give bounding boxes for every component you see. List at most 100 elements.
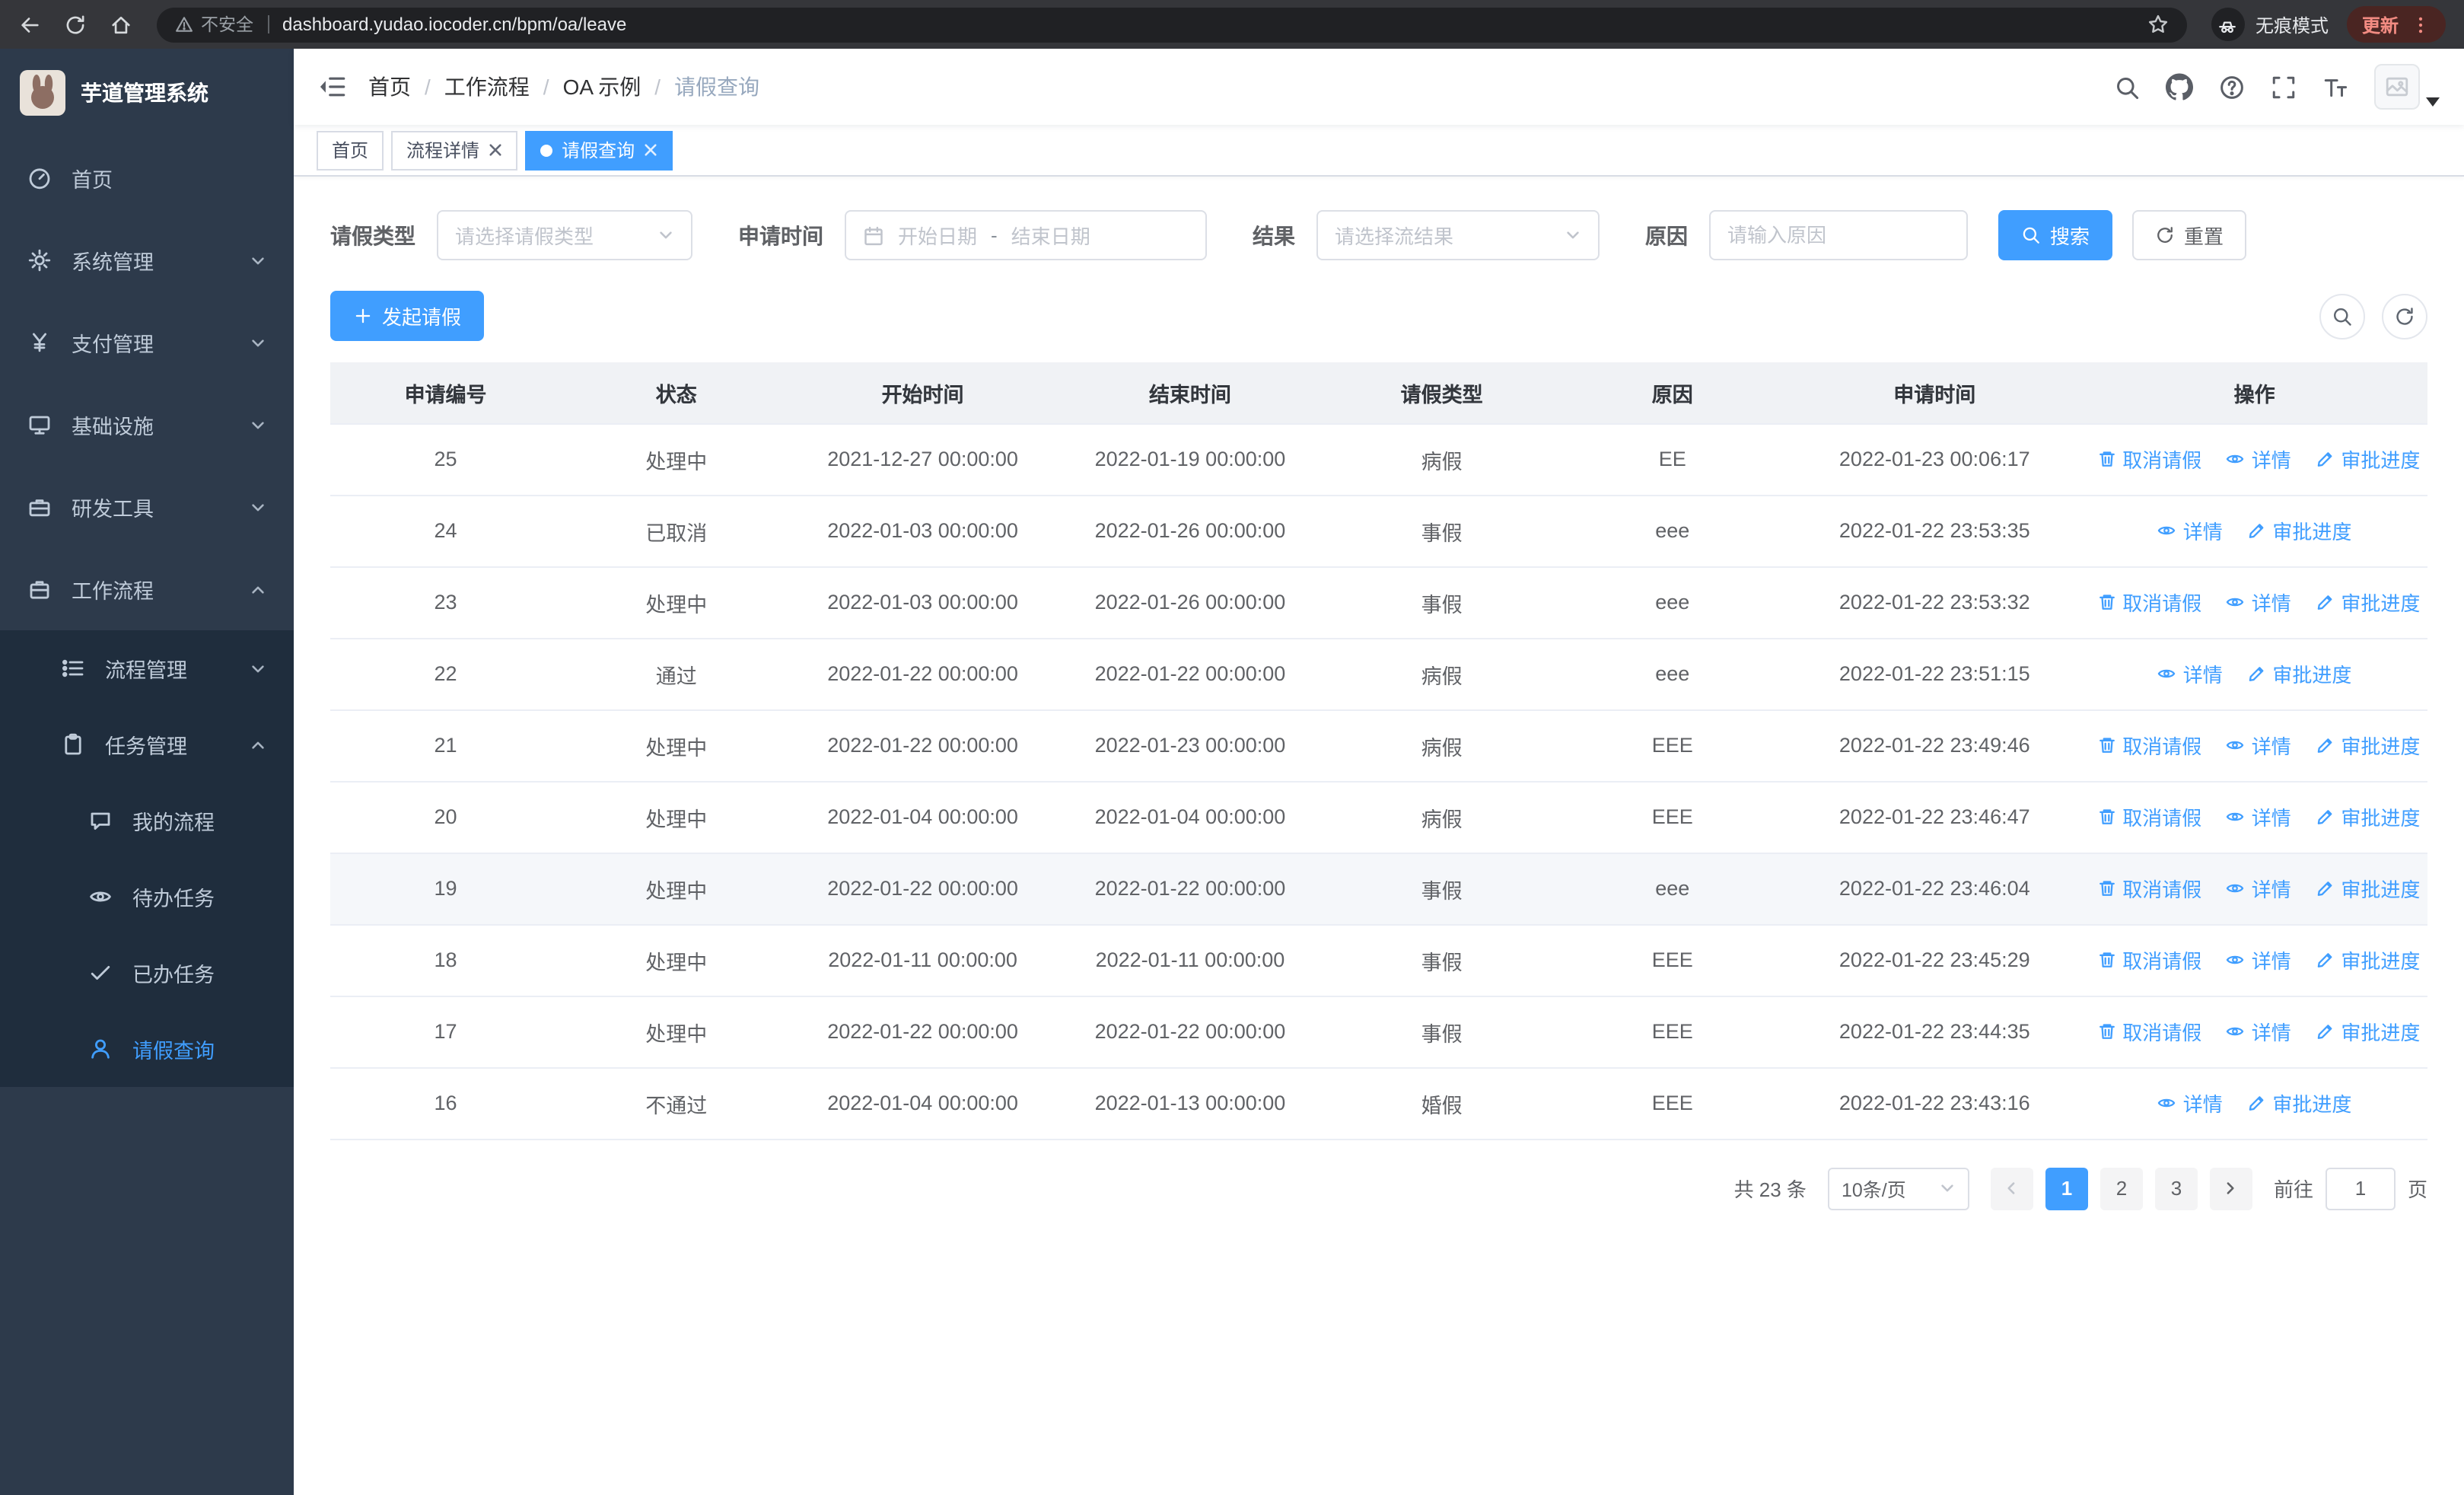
bookmark-star-icon[interactable] — [2147, 14, 2169, 35]
col-status: 状态 — [561, 362, 792, 424]
cancel-leave-link[interactable]: 取消请假 — [2096, 802, 2201, 831]
sidebar-item-todo-tasks[interactable]: 待办任务 — [0, 859, 294, 935]
sidebar-item-infrastructure[interactable]: 基础设施 — [0, 384, 294, 466]
breadcrumb-oa-example[interactable]: OA 示例 — [563, 72, 641, 102]
detail-link[interactable]: 详情 — [2157, 516, 2223, 545]
gear-icon — [28, 249, 51, 272]
page-button-3[interactable]: 3 — [2154, 1167, 2198, 1210]
detail-link[interactable]: 详情 — [2226, 588, 2291, 617]
close-tab-icon[interactable] — [644, 143, 657, 157]
breadcrumb-workflow[interactable]: 工作流程 — [444, 72, 530, 102]
page-jump-input[interactable] — [2325, 1167, 2396, 1210]
apply-time-range-picker[interactable]: 开始日期 - 结束日期 — [845, 210, 1207, 260]
chevron-up-icon — [252, 585, 264, 593]
sidebar-item-process-management[interactable]: 流程管理 — [0, 630, 294, 706]
result-select[interactable]: 请选择流结果 — [1316, 210, 1600, 260]
page-size-select[interactable]: 10条/页 — [1827, 1167, 1969, 1210]
cell-leave-type: 事假 — [1326, 924, 1558, 996]
detail-link[interactable]: 详情 — [2226, 731, 2291, 760]
reason-input[interactable] — [1727, 224, 1950, 247]
cancel-leave-link[interactable]: 取消请假 — [2096, 731, 2201, 760]
browser-update-button[interactable]: 更新 — [2346, 6, 2446, 43]
refresh-table-button[interactable] — [2382, 293, 2427, 339]
sidebar-item-system-management[interactable]: 系统管理 — [0, 219, 294, 301]
detail-link[interactable]: 详情 — [2226, 445, 2291, 473]
approval-progress-link[interactable]: 审批进度 — [2315, 1017, 2420, 1046]
approval-progress-link[interactable]: 审批进度 — [2315, 945, 2420, 974]
detail-link[interactable]: 详情 — [2226, 874, 2291, 903]
user-menu[interactable] — [2374, 64, 2440, 110]
app-logo[interactable]: 芋道管理系统 — [0, 49, 294, 137]
approval-progress-link[interactable]: 审批进度 — [2315, 874, 2420, 903]
detail-link[interactable]: 详情 — [2157, 1089, 2223, 1117]
leave-row: 21 处理中 2022-01-22 00:00:00 2022-01-23 00… — [330, 709, 2427, 782]
cell-apply-id: 25 — [330, 423, 562, 496]
sidebar-item-home[interactable]: 首页 — [0, 137, 294, 219]
cell-reason: eee — [1557, 638, 1788, 710]
tab-leave-query[interactable]: 请假查询 — [525, 130, 673, 170]
cancel-leave-link[interactable]: 取消请假 — [2096, 874, 2201, 903]
sidebar-item-payment-management[interactable]: 支付管理 — [0, 301, 294, 384]
apply-time-label: 申请时间 — [738, 223, 823, 247]
sidebar-item-workflow[interactable]: 工作流程 — [0, 548, 294, 630]
approval-progress-link[interactable]: 审批进度 — [2315, 731, 2420, 760]
chevron-down-icon — [252, 665, 264, 672]
page-button-1[interactable]: 1 — [2045, 1167, 2088, 1210]
cell-operations: 取消请假 详情 审批进度 — [2081, 423, 2427, 496]
cell-end-time: 2022-01-22 00:00:00 — [1053, 638, 1327, 710]
chevron-down-icon — [252, 421, 264, 429]
address-bar[interactable]: 不安全 dashboard.yudao.iocoder.cn/bpm/oa/le… — [157, 7, 2187, 42]
sidebar-item-task-management[interactable]: 任务管理 — [0, 706, 294, 783]
toggle-search-button[interactable] — [2319, 293, 2365, 339]
sidebar-item-my-process[interactable]: 我的流程 — [0, 783, 294, 859]
next-page-button[interactable] — [2209, 1167, 2252, 1210]
detail-link[interactable]: 详情 — [2226, 802, 2291, 831]
cell-start-time: 2022-01-22 00:00:00 — [791, 996, 1054, 1068]
refresh-icon — [2157, 227, 2173, 243]
page-button-2[interactable]: 2 — [2099, 1167, 2143, 1210]
approval-progress-link[interactable]: 审批进度 — [2315, 445, 2420, 473]
search-icon[interactable] — [2114, 74, 2140, 100]
fullscreen-icon[interactable] — [2271, 74, 2297, 100]
leave-type-select[interactable]: 请选择请假类型 — [437, 210, 692, 260]
page-content: 请假类型 请选择请假类型 申请时间 开始日期 - 结束日期 结果 请选择流结果 — [294, 177, 2464, 1495]
sidebar-item-leave-query[interactable]: 请假查询 — [0, 1011, 294, 1087]
approval-progress-link[interactable]: 审批进度 — [2315, 588, 2420, 617]
cell-start-time: 2022-01-22 00:00:00 — [791, 853, 1054, 925]
cancel-leave-link[interactable]: 取消请假 — [2096, 588, 2201, 617]
create-leave-button[interactable]: 发起请假 — [330, 291, 485, 341]
cell-end-time: 2022-01-11 00:00:00 — [1053, 924, 1327, 996]
reset-button[interactable]: 重置 — [2132, 210, 2247, 260]
github-icon[interactable] — [2166, 73, 2193, 100]
sidebar-item-dev-tools[interactable]: 研发工具 — [0, 466, 294, 548]
font-size-icon[interactable] — [2322, 74, 2348, 100]
prev-page-button[interactable] — [1990, 1167, 2033, 1210]
back-icon[interactable] — [18, 13, 41, 36]
tab-home[interactable]: 首页 — [317, 130, 384, 170]
detail-link[interactable]: 详情 — [2226, 945, 2291, 974]
security-warning[interactable]: 不安全 — [175, 12, 253, 37]
search-button[interactable]: 搜索 — [1998, 210, 2113, 260]
reload-icon[interactable] — [64, 13, 87, 36]
tab-process-detail[interactable]: 流程详情 — [391, 130, 518, 170]
approval-progress-link[interactable]: 审批进度 — [2246, 516, 2351, 545]
detail-link[interactable]: 详情 — [2157, 659, 2223, 688]
edit-pen-icon — [2318, 452, 2332, 467]
browser-right-cluster: 无痕模式 更新 — [2211, 6, 2446, 43]
incognito-icon — [2211, 8, 2245, 41]
sidebar-item-done-tasks[interactable]: 已办任务 — [0, 935, 294, 1011]
close-tab-icon[interactable] — [489, 143, 502, 157]
approval-progress-link[interactable]: 审批进度 — [2246, 1089, 2351, 1117]
process-management-icon — [62, 659, 84, 677]
incognito-badge: 无痕模式 — [2211, 8, 2329, 41]
cancel-leave-link[interactable]: 取消请假 — [2096, 945, 2201, 974]
cancel-leave-link[interactable]: 取消请假 — [2096, 445, 2201, 473]
help-icon[interactable] — [2219, 74, 2245, 100]
breadcrumb-home[interactable]: 首页 — [368, 72, 411, 102]
sidebar-collapse-icon[interactable] — [318, 73, 345, 100]
approval-progress-link[interactable]: 审批进度 — [2246, 659, 2351, 688]
home-icon[interactable] — [110, 13, 132, 36]
cancel-leave-link[interactable]: 取消请假 — [2096, 1017, 2201, 1046]
detail-link[interactable]: 详情 — [2226, 1017, 2291, 1046]
approval-progress-link[interactable]: 审批进度 — [2315, 802, 2420, 831]
